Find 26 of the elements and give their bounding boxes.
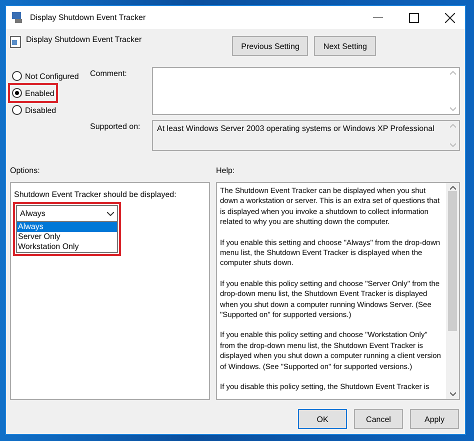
radio-option[interactable]: Not Configured bbox=[10, 68, 81, 84]
policy-icon bbox=[10, 36, 21, 48]
computer-icon bbox=[12, 12, 24, 23]
supported-on-field: At least Windows Server 2003 operating systems or Windows XP Professional bbox=[152, 120, 460, 151]
supported-on-label: Supported on: bbox=[90, 121, 142, 133]
dialog-button[interactable]: Cancel bbox=[354, 409, 403, 429]
setting-title: Display Shutdown Event Tracker bbox=[26, 35, 143, 44]
scrollbar[interactable] bbox=[446, 183, 459, 399]
close-icon[interactable] bbox=[445, 12, 455, 22]
options-label: Options: bbox=[10, 165, 41, 177]
maximize-icon[interactable] bbox=[409, 12, 419, 22]
navigation-button[interactable]: Next Setting bbox=[314, 36, 376, 56]
dialog-button[interactable]: OK bbox=[298, 409, 347, 429]
dialog-button[interactable]: Apply bbox=[410, 409, 459, 429]
chevron-down-icon[interactable] bbox=[107, 212, 114, 216]
window-title: Display Shutdown Event Tracker bbox=[30, 13, 147, 22]
help-label: Help: bbox=[216, 165, 235, 177]
comment-label: Comment: bbox=[90, 68, 128, 80]
scroll-down-icon[interactable] bbox=[450, 392, 456, 396]
dropdown[interactable]: Always bbox=[16, 205, 118, 222]
dropdown-option[interactable]: Always bbox=[17, 222, 117, 232]
radio-option[interactable]: Enabled bbox=[10, 85, 56, 101]
dropdown-label: Shutdown Event Tracker should be displayed: bbox=[14, 189, 178, 199]
radio-option[interactable]: Disabled bbox=[10, 102, 58, 118]
navigation-button[interactable]: Previous Setting bbox=[232, 36, 308, 56]
scroll-up-icon[interactable] bbox=[450, 186, 456, 190]
